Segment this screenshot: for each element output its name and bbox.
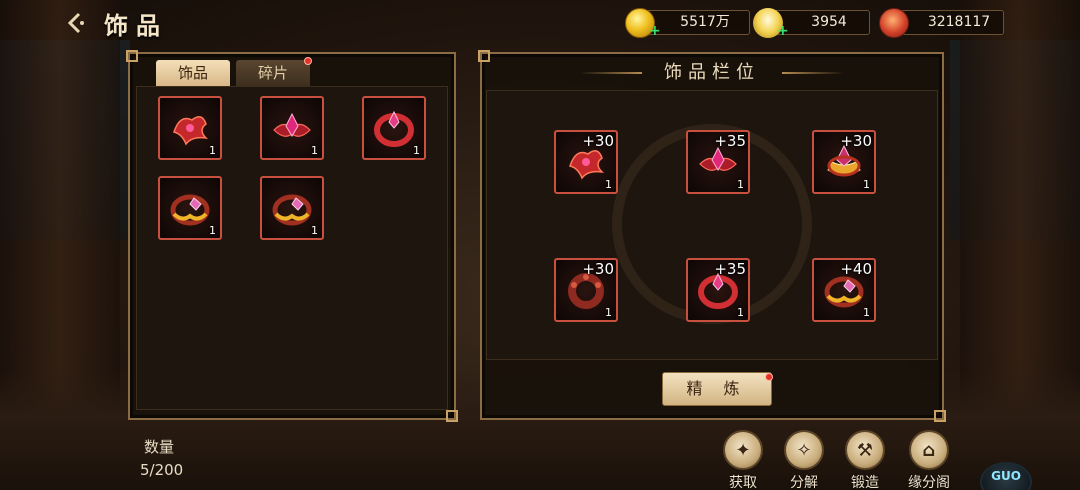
gold-jade-ring-icon bbox=[272, 194, 312, 226]
plus-icon[interactable]: + bbox=[649, 23, 661, 39]
obtain-icon: ✦ bbox=[723, 430, 763, 470]
item-count: 1 bbox=[737, 178, 744, 191]
item-count: 1 bbox=[605, 306, 612, 319]
page-title: 饰品 bbox=[104, 12, 168, 40]
inventory-item[interactable]: 1 bbox=[158, 176, 222, 240]
resource-ingot[interactable]: + 3954 bbox=[753, 8, 870, 39]
enhance-level: +35 bbox=[714, 132, 746, 150]
decompose-icon: ✧ bbox=[784, 430, 824, 470]
equipment-slot[interactable]: +35 1 bbox=[686, 258, 750, 322]
refine-button[interactable]: 精 炼 bbox=[662, 372, 772, 406]
inventory-item[interactable]: 1 bbox=[260, 96, 324, 160]
gold-coin-value: 5517万 bbox=[680, 14, 730, 30]
quantity-value: 5/200 bbox=[140, 461, 184, 479]
item-count: 1 bbox=[209, 224, 216, 237]
inventory-item[interactable]: 1 bbox=[260, 176, 324, 240]
red-token-icon bbox=[879, 8, 909, 38]
item-count: 1 bbox=[737, 306, 744, 319]
pavilion-label: 缘分阁 bbox=[908, 475, 950, 490]
enhance-level: +40 bbox=[840, 260, 872, 278]
tab-accessories[interactable]: 饰品 bbox=[156, 60, 230, 86]
red-ring-icon bbox=[374, 110, 414, 147]
inventory-item[interactable]: 1 bbox=[362, 96, 426, 160]
decompose-label: 分解 bbox=[790, 475, 818, 490]
token-value: 3218117 bbox=[927, 14, 991, 30]
fragments-alert-dot bbox=[304, 57, 312, 65]
item-count: 1 bbox=[311, 224, 318, 237]
item-count: 1 bbox=[863, 178, 870, 191]
item-count: 1 bbox=[311, 144, 318, 157]
forge-button[interactable]: ⚒ 锻造 bbox=[840, 430, 890, 490]
resource-gold-coin[interactable]: + 5517万 bbox=[625, 8, 750, 39]
item-count: 1 bbox=[863, 306, 870, 319]
quantity-label: 数量 bbox=[144, 438, 175, 456]
item-count: 1 bbox=[209, 144, 216, 157]
refine-alert-dot bbox=[765, 373, 773, 381]
resource-token: 3218117 bbox=[879, 8, 1004, 38]
enhance-level: +30 bbox=[582, 260, 614, 278]
enhance-level: +30 bbox=[840, 132, 872, 150]
gold-jade-ring-icon bbox=[170, 194, 210, 226]
section-title: 饰品栏位 bbox=[664, 62, 760, 83]
pavilion-icon: ⌂ bbox=[909, 430, 949, 470]
inventory-item[interactable]: 1 bbox=[158, 96, 222, 160]
red-ribbon-crest-icon bbox=[173, 116, 209, 146]
forge-label: 锻造 bbox=[851, 475, 879, 490]
forge-hammer-icon: ⚒ bbox=[845, 430, 885, 470]
item-count: 1 bbox=[413, 144, 420, 157]
pavilion-button[interactable]: ⌂ 缘分阁 bbox=[904, 430, 954, 490]
back-arrow-icon[interactable] bbox=[62, 8, 92, 38]
tab-fragments[interactable]: 碎片 bbox=[236, 60, 310, 86]
equipment-slot[interactable]: +30 1 bbox=[554, 130, 618, 194]
top-bar: 饰品 + 5517万 + 3954 3218117 bbox=[0, 0, 1080, 46]
enhance-level: +35 bbox=[714, 260, 746, 278]
ingot-value: 3954 bbox=[811, 14, 847, 30]
equipment-slot[interactable]: +30 1 bbox=[812, 130, 876, 194]
plus-icon[interactable]: + bbox=[777, 23, 789, 39]
equipment-slot[interactable]: +35 1 bbox=[686, 130, 750, 194]
decompose-button[interactable]: ✧ 分解 bbox=[779, 430, 829, 490]
item-count: 1 bbox=[605, 178, 612, 191]
obtain-button[interactable]: ✦ 获取 bbox=[718, 430, 768, 490]
crimson-crystal-brooch-icon bbox=[273, 112, 311, 137]
obtain-label: 获取 bbox=[729, 475, 757, 490]
equipment-slot[interactable]: +30 1 bbox=[554, 258, 618, 322]
enhance-level: +30 bbox=[582, 132, 614, 150]
equipment-slot[interactable]: +40 1 bbox=[812, 258, 876, 322]
